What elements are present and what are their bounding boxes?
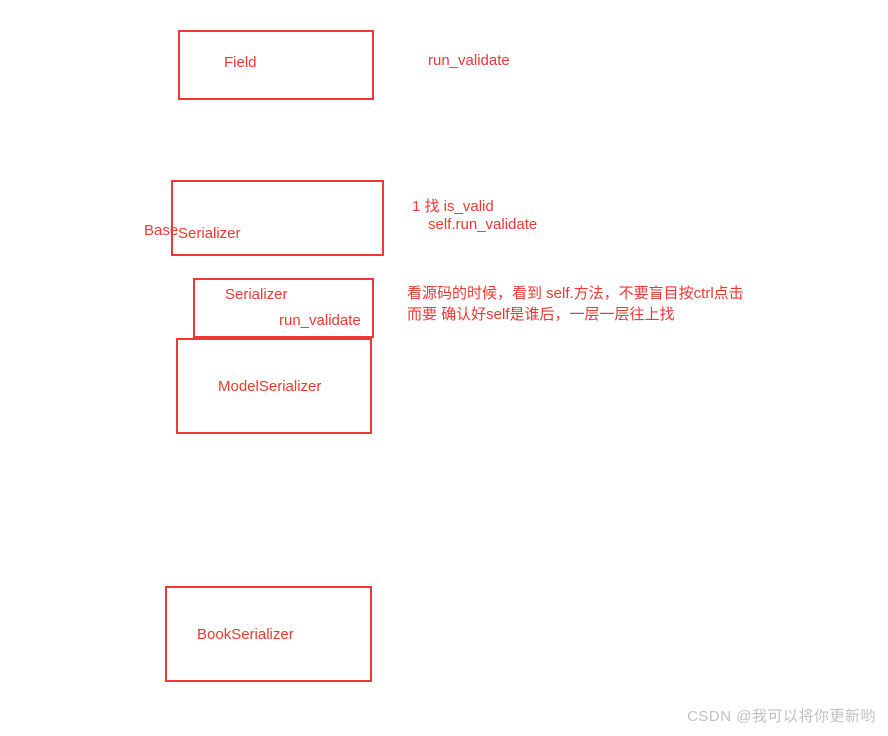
model-serializer-label: ModelSerializer [218,378,321,395]
model-serializer-box: ModelSerializer [176,338,372,434]
field-label: Field [224,54,257,71]
serializer-note-line2: 而要 确认好self是谁后，一层一层往上找 [407,303,675,324]
book-serializer-label: BookSerializer [197,626,294,643]
serializer-note-line1: 看源码的时候，看到 self.方法，不要盲目按ctrl点击 [407,282,744,303]
base-serializer-suffix: Serializer [178,225,241,242]
base-serializer-box [171,180,384,256]
base-note-line2: self.run_validate [428,216,537,233]
csdn-watermark: CSDN @我可以将你更新哟 [687,705,876,726]
book-serializer-box: BookSerializer [165,586,372,682]
base-note-line1: 1 找 is_valid [412,195,494,216]
field-box: Field [178,30,374,100]
serializer-label: Serializer [225,286,288,303]
serializer-box: Serializer run_validate [193,278,374,338]
field-annotation: run_validate [428,52,510,69]
serializer-method: run_validate [279,312,361,329]
base-serializer-prefix: Base [144,222,178,239]
